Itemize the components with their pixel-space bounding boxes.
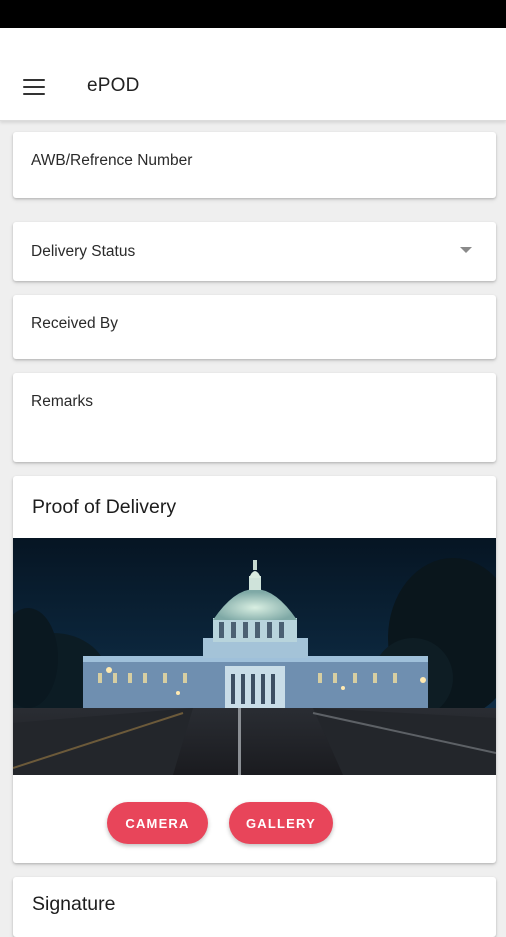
received-by-label: Received By — [31, 315, 119, 332]
delivery-photo — [13, 538, 496, 775]
menu-icon-line — [23, 79, 45, 82]
signature-card: Signature — [13, 877, 496, 937]
remarks-field[interactable]: Remarks — [13, 373, 496, 462]
received-by-field[interactable]: Received By — [13, 295, 496, 359]
remarks-label: Remarks — [31, 393, 94, 410]
camera-button[interactable]: CAMERA — [107, 802, 208, 844]
menu-button[interactable] — [14, 70, 54, 104]
proof-of-delivery-title: Proof of Delivery — [32, 496, 177, 518]
gallery-button[interactable]: GALLERY — [229, 802, 333, 844]
dropdown-arrow-icon — [460, 247, 472, 253]
awb-reference-field[interactable]: AWB/Refrence Number — [13, 132, 496, 198]
signature-title: Signature — [32, 893, 116, 915]
menu-icon-line — [23, 86, 45, 89]
menu-icon-line — [23, 93, 45, 96]
proof-of-delivery-card: Proof of Delivery CAMERA GALLERY — [13, 476, 496, 863]
app-title: ePOD — [87, 75, 140, 96]
awb-reference-label: AWB/Refrence Number — [31, 152, 193, 169]
delivery-status-label: Delivery Status — [31, 243, 136, 260]
app-bar: ePOD — [0, 28, 506, 121]
status-bar — [0, 0, 506, 28]
delivery-status-dropdown[interactable]: Delivery Status — [13, 222, 496, 281]
